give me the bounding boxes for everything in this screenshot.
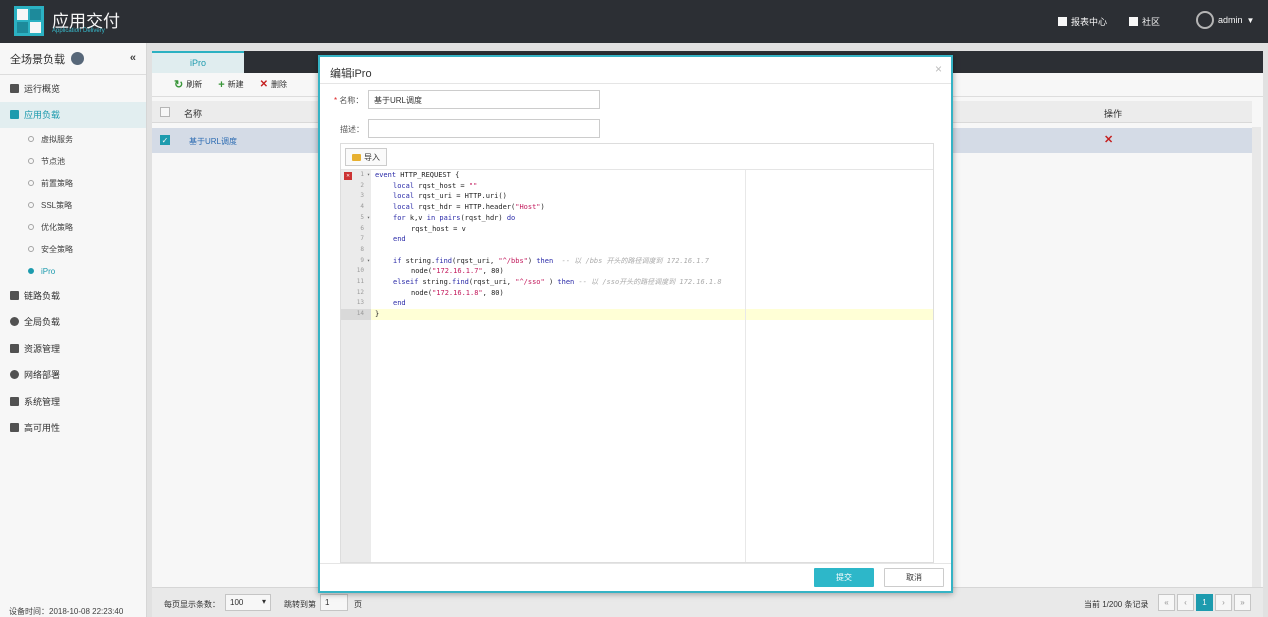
divider — [320, 83, 951, 84]
code-line: event HTTP_REQUEST { — [375, 170, 459, 181]
code-token: rqst_hdr = HTTP.header( — [414, 203, 516, 212]
line-number-text: 9 — [360, 256, 364, 264]
line-number-text: 1 — [360, 171, 364, 178]
fold-arrow-icon[interactable]: ▾ — [367, 256, 370, 267]
divider — [320, 563, 951, 564]
active-line-highlight — [371, 309, 933, 320]
name-input[interactable]: 基于URL调度 — [368, 90, 600, 109]
name-field-label: * 名称： — [334, 96, 364, 105]
fold-arrow-icon[interactable]: ▾ — [367, 170, 370, 181]
cancel-button[interactable]: 取消 — [884, 568, 944, 587]
line-number: 5 ▾ — [341, 213, 371, 224]
line-number: ✕ 1 ▾ — [341, 170, 371, 181]
fold-arrow-icon[interactable]: ▾ — [367, 213, 370, 224]
name-label-text: 名称： — [339, 96, 364, 105]
code-token: find — [435, 256, 453, 265]
code-token: event — [375, 171, 397, 179]
code-line: node("172.16.1.8", 80) — [411, 288, 504, 299]
code-token: do — [506, 213, 516, 222]
code-token: rqst_uri = HTTP.uri() — [414, 192, 507, 201]
code-line: node("172.16.1.7", 80) — [411, 266, 504, 277]
line-number: 9 ▾ — [341, 256, 371, 267]
code-token: find — [452, 278, 469, 286]
code-token: string. — [418, 278, 453, 286]
code-token: (rqst_hdr) — [460, 213, 507, 222]
code-token: "" — [468, 181, 478, 190]
code-token: "^/sso" — [515, 278, 545, 286]
line-number: 14 — [341, 309, 371, 320]
code-token: , 80) — [482, 288, 504, 297]
code-token: string. — [401, 256, 436, 265]
code-line: end — [393, 235, 406, 244]
code-token: "172.16.1.8" — [432, 288, 483, 297]
code-token: "^/bbs" — [498, 256, 528, 265]
code-token: pairs — [435, 213, 461, 222]
line-number: 12 — [356, 288, 364, 296]
line-number: 8 — [360, 245, 364, 253]
import-label: 导入 — [364, 152, 380, 162]
line-number: 6 — [360, 224, 364, 232]
import-button[interactable]: 导入 — [345, 148, 387, 166]
code-token: HTTP_REQUEST { — [396, 171, 460, 179]
close-icon[interactable]: × — [935, 62, 942, 76]
folder-icon — [352, 153, 361, 161]
line-number: 2 — [360, 181, 364, 189]
error-icon: ✕ — [344, 172, 352, 180]
line-number: 3 — [360, 192, 364, 200]
code-token: local — [393, 192, 415, 201]
code-token: local — [393, 181, 415, 190]
code-token: then — [536, 256, 554, 265]
print-margin — [745, 170, 746, 562]
editor-toolbar: 导入 — [341, 144, 933, 170]
edit-ipro-dialog: 编辑iPro × * 名称： 基于URL调度 描述： 导入 ✕ 1 ▾ 2 3 4 … — [318, 55, 953, 593]
code-token: elseif — [393, 278, 419, 286]
code-token: rqst_host = — [414, 181, 469, 190]
code-token: local — [393, 203, 415, 212]
code-line: elseif string.find(rqst_uri, "^/sso" ) t… — [393, 277, 722, 288]
line-number: 10 — [356, 267, 364, 275]
code-token: ) — [544, 278, 558, 286]
line-number: 7 — [360, 235, 364, 243]
code-comment: -- 以 /bbs 开头的路径调度到 172.16.1.7 — [553, 256, 709, 265]
line-gutter: ✕ 1 ▾ 2 3 4 5 ▾ 6 7 8 9 ▾ 10 11 12 13 14 — [341, 170, 371, 562]
code-token: (rqst_uri, — [468, 278, 516, 286]
code-line: for k,v in pairs(rqst_hdr) do — [393, 213, 515, 224]
code-line: } — [375, 310, 380, 319]
code-token: node( — [411, 267, 433, 276]
dialog-title: 编辑iPro — [330, 68, 372, 80]
code-token: , 80) — [482, 267, 504, 276]
code-comment: -- 以 /sso开头的路径调度到 172.16.1.8 — [574, 278, 722, 286]
code-line: end — [393, 299, 406, 308]
code-editor[interactable]: 导入 ✕ 1 ▾ 2 3 4 5 ▾ 6 7 8 9 ▾ 10 11 12 13 14 … — [340, 143, 934, 563]
code-token: k,v — [405, 213, 427, 222]
submit-button[interactable]: 提交 — [814, 568, 874, 587]
line-number: 11 — [356, 278, 364, 285]
code-line: if string.find(rqst_uri, "^/bbs") then -… — [393, 256, 709, 267]
code-token: "172.16.1.7" — [432, 267, 483, 276]
line-number: 4 — [360, 203, 364, 211]
code-token: "Host" — [515, 203, 541, 212]
line-number: 13 — [356, 299, 364, 307]
code-token: in — [426, 213, 436, 222]
code-line: local rqst_hdr = HTTP.header("Host") — [393, 202, 545, 213]
code-line: rqst_host = v — [411, 224, 466, 233]
code-token: for — [393, 213, 406, 222]
code-token: node( — [411, 288, 433, 297]
desc-field-label: 描述： — [340, 125, 364, 134]
code-token: ) — [540, 203, 545, 212]
code-line: local rqst_uri = HTTP.uri() — [393, 191, 507, 202]
code-token: (rqst_uri, — [452, 256, 499, 265]
line-number-text: 5 — [360, 213, 364, 221]
description-input[interactable] — [368, 119, 600, 138]
code-line: local rqst_host = "" — [393, 181, 477, 192]
code-token: then — [557, 278, 575, 286]
